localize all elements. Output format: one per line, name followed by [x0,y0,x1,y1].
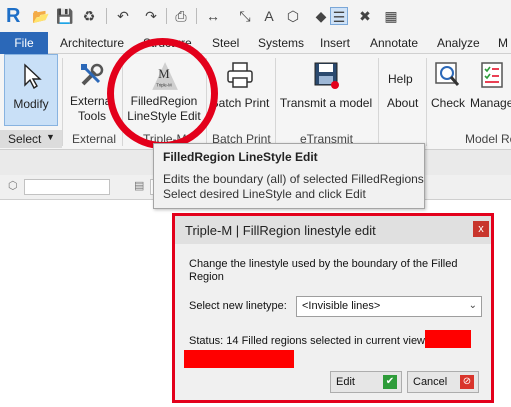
check-label: Check [430,96,465,110]
dialog-body: Change the linestyle used by the boundar… [175,244,491,400]
linetype-select[interactable]: <Invisible lines> ⌄ [296,296,482,317]
tools-icon [81,63,104,86]
tab-annotate[interactable]: Annotate [370,36,418,50]
tooltip-title: FilledRegion LineStyle Edit [163,150,318,164]
view-icon[interactable]: ⬡ [8,179,22,193]
open-icon[interactable]: 📂 [32,7,50,25]
save-icon[interactable]: 💾 [56,7,74,25]
modify-button[interactable]: Modify [4,54,58,126]
panel-divider [378,58,379,146]
tab-steel[interactable]: Steel [212,36,239,50]
sheet-icon[interactable]: ▤ [134,179,148,193]
edit-label: Edit [336,376,355,388]
panel-label-external: External [72,132,117,146]
cancel-icon: ⊘ [460,375,474,389]
edit-button[interactable]: Edit ✔ [330,371,402,393]
manage-label: Manage [470,96,511,110]
tab-architecture[interactable]: Architecture [60,36,124,50]
cursor-arrow-icon [24,63,42,90]
panel-divider [426,58,427,146]
ribbon-panel: Modify Select ▼ External Tools External … [0,54,511,150]
ribbon-tabs: File Architecture Structure Steel System… [0,32,511,54]
checklist-icon [481,62,503,88]
tag-icon[interactable]: ◆ [312,7,330,25]
status-text: Status: 14 Filled regions selected in cu… [189,335,429,347]
dimension-icon[interactable]: ⤡ [236,7,254,25]
switch-windows-icon[interactable]: ☰ [330,7,348,25]
linetype-label: Select new linetype: [189,300,287,312]
panel-divider [62,58,63,146]
printer-icon [227,62,253,88]
transmit-model-label: Transmit a model [279,96,373,110]
modify-label: Modify [13,97,49,111]
tab-file[interactable]: File [0,32,48,54]
tab-analyze[interactable]: Analyze [437,36,480,50]
select-label: Select [8,132,42,146]
redaction-box [184,350,294,368]
tooltip-line-2: Select desired LineStyle and click Edit [163,187,366,201]
floppy-transmit-icon [314,62,339,89]
close-button[interactable]: x [473,221,489,237]
linestyle-edit-dialog: Triple-M | FillRegion linestyle edit x C… [172,213,494,403]
ribbon-tooltip: FilledRegion LineStyle Edit Edits the bo… [153,143,425,209]
toolbar-separator [166,8,167,24]
magnifier-check-icon [435,62,460,86]
checkmark-icon: ✔ [383,375,397,389]
dialog-title-bar[interactable]: Triple-M | FillRegion linestyle edit x [175,216,491,244]
manage-button[interactable]: Manage [466,54,511,130]
chevron-down-icon: ▼ [46,132,55,142]
help-button[interactable]: Help [388,72,413,86]
close-inactive-icon[interactable]: ✖ [356,7,374,25]
revit-logo[interactable]: R [6,5,20,28]
select-dropdown[interactable]: Select ▼ [0,130,62,148]
toolbar-separator [196,8,197,24]
panel-divider [275,58,276,146]
tab-systems[interactable]: Systems [258,36,304,50]
redaction-box [425,330,471,348]
sync-icon[interactable]: ♻ [80,7,98,25]
dialog-title: Triple-M | FillRegion linestyle edit [185,223,376,238]
panel-label-model-review: Model Re [465,132,511,146]
text-icon[interactable]: A [260,7,278,25]
check-button[interactable]: Check [428,54,468,130]
tab-more[interactable]: M [498,36,508,50]
redo-icon[interactable]: ↷ [142,7,160,25]
view-3d-icon[interactable]: ⬡ [284,7,302,25]
window-icon[interactable]: ▦ [382,7,400,25]
undo-icon[interactable]: ↶ [114,7,132,25]
print-icon[interactable]: ⎙ [172,7,190,25]
tooltip-line-1: Edits the boundary (all) of selected Fil… [163,172,424,186]
quick-access-toolbar: R 📂 💾 ♻ ↶ ↷ ⎙ ↔ ⤡ A ⬡ ◆ ☰ ✖ ▦ [0,0,511,32]
chevron-down-icon: ⌄ [468,300,477,311]
dialog-description-1: Change the linestyle used by the boundar… [189,258,458,270]
dialog-description-2: Region [189,271,224,283]
toolbar-separator [106,8,107,24]
cancel-button[interactable]: Cancel ⊘ [407,371,479,393]
view-field[interactable] [24,179,110,195]
tab-insert[interactable]: Insert [320,36,350,50]
transmit-model-button[interactable]: Transmit a model [278,54,374,130]
highlight-circle [107,38,218,149]
about-button[interactable]: About [387,96,418,110]
cancel-label: Cancel [413,376,448,388]
measure-icon[interactable]: ↔ [204,7,222,25]
linetype-value: <Invisible lines> [302,300,381,312]
